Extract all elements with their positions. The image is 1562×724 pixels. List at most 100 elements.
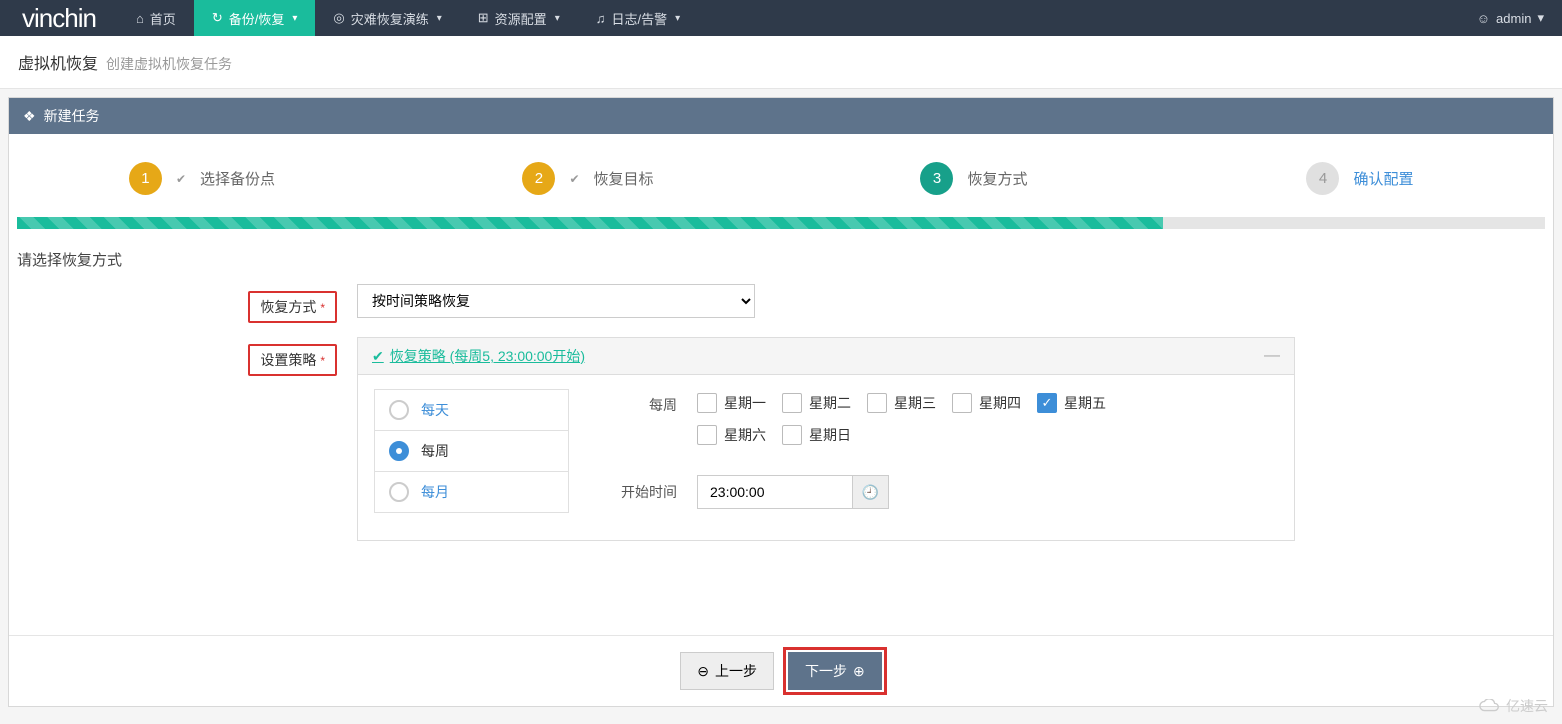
radio-icon (389, 482, 409, 502)
day-fri[interactable]: 星期五 (1037, 393, 1106, 413)
strategy-label-wrap: 设置策略* (17, 337, 357, 376)
nav-backup-restore[interactable]: ↻ 备份/恢复 ▾ (194, 0, 316, 36)
step-3-circle: 3 (920, 162, 953, 195)
day-tue[interactable]: 星期二 (782, 393, 851, 413)
schedule-monthly-label: 每月 (421, 482, 449, 502)
chevron-down-icon: ▾ (437, 13, 442, 24)
start-time-input[interactable] (697, 475, 853, 509)
nav-resource-label: 资源配置 (495, 9, 547, 28)
step-1-label: 选择备份点 (200, 168, 275, 189)
clock-button[interactable]: 🕘 (853, 475, 889, 509)
prev-button[interactable]: ⊖ 上一步 (680, 652, 774, 690)
brand-logo: vinchin (0, 3, 118, 34)
schedule-weekly-label: 每周 (421, 441, 449, 461)
strategy-panel: ✔ 恢复策略 (每周5, 23:00:00开始) — 每天 每周 (357, 337, 1295, 541)
next-button-label: 下一步 (805, 661, 847, 681)
new-task-panel: ❖ 新建任务 1 ✔ 选择备份点 2 ✔ 恢复目标 3 恢复方式 4 确认配置 … (8, 97, 1554, 707)
search-icon: ◎ (333, 10, 344, 26)
step-2-label: 恢复目标 (594, 168, 654, 189)
checkbox-icon (782, 393, 802, 413)
top-navigation: vinchin ⌂ 首页 ↻ 备份/恢复 ▾ ◎ 灾难恢复演练 ▾ ⊞ 资源配置… (0, 0, 1562, 36)
nav-dr-label: 灾难恢复演练 (351, 9, 429, 28)
strategy-body: 每天 每周 每月 每周 (358, 375, 1294, 540)
user-name: admin (1496, 11, 1531, 26)
schedule-weekly[interactable]: 每周 (374, 430, 569, 472)
checkbox-icon (782, 425, 802, 445)
check-icon: ✔ (176, 172, 186, 186)
wizard-steps: 1 ✔ 选择备份点 2 ✔ 恢复目标 3 恢复方式 4 确认配置 (9, 134, 1553, 217)
step-1[interactable]: 1 ✔ 选择备份点 (9, 162, 395, 195)
start-time-row: 开始时间 🕘 (609, 475, 1278, 509)
wizard-footer: ⊖ 上一步 下一步 ⊕ (9, 635, 1553, 706)
nav-home[interactable]: ⌂ 首页 (118, 0, 194, 36)
start-time-input-group: 🕘 (697, 475, 889, 509)
chevron-down-icon: ▾ (675, 13, 680, 24)
collapse-icon[interactable]: — (1264, 347, 1280, 365)
step-4-label: 确认配置 (1353, 168, 1413, 189)
watermark: 亿速云 (1479, 696, 1548, 716)
step-3-label: 恢复方式 (967, 168, 1027, 189)
day-thu[interactable]: 星期四 (952, 393, 1021, 413)
nav-logs[interactable]: ♫ 日志/告警 ▾ (578, 0, 698, 36)
strategy-header[interactable]: ✔ 恢复策略 (每周5, 23:00:00开始) — (358, 338, 1294, 375)
step-1-circle: 1 (129, 162, 162, 195)
checkbox-checked-icon (1037, 393, 1057, 413)
restore-method-control: 按时间策略恢复 (357, 284, 755, 318)
panel-title: 新建任务 (44, 106, 100, 126)
nav-home-label: 首页 (150, 9, 176, 28)
day-mon[interactable]: 星期一 (697, 393, 766, 413)
arrow-left-icon: ⊖ (697, 663, 709, 680)
day-sun[interactable]: 星期日 (782, 425, 851, 445)
nav-backup-label: 备份/恢复 (229, 9, 285, 28)
radio-icon (389, 400, 409, 420)
restore-method-label: 恢复方式* (248, 291, 337, 323)
step-2-circle: 2 (522, 162, 555, 195)
breadcrumb-sub: 创建虚拟机恢复任务 (106, 54, 232, 74)
breadcrumb-main: 虚拟机恢复 (18, 50, 98, 74)
row-restore-method: 恢复方式* 按时间策略恢复 (17, 284, 1545, 323)
step-2[interactable]: 2 ✔ 恢复目标 (395, 162, 781, 195)
refresh-icon: ↻ (212, 10, 223, 26)
checkbox-icon (867, 393, 887, 413)
progress-fill (17, 217, 1163, 229)
strategy-label: 设置策略* (248, 344, 337, 376)
radio-checked-icon (389, 441, 409, 461)
check-icon: ✔ (372, 348, 384, 365)
cloud-icon (1479, 699, 1501, 713)
step-3[interactable]: 3 恢复方式 (781, 162, 1167, 195)
restore-method-select[interactable]: 按时间策略恢复 (357, 284, 755, 318)
day-sat[interactable]: 星期六 (697, 425, 766, 445)
checkbox-icon (697, 425, 717, 445)
nav-items: ⌂ 首页 ↻ 备份/恢复 ▾ ◎ 灾难恢复演练 ▾ ⊞ 资源配置 ▾ ♫ 日志/… (118, 0, 1459, 36)
check-icon: ✔ (569, 172, 579, 186)
user-icon: ☺ (1477, 11, 1490, 26)
weekday-row: 每周 星期一 星期二 星期三 星期四 星期五 星期六 星期日 (609, 393, 1278, 445)
nav-disaster-recovery[interactable]: ◎ 灾难恢复演练 ▾ (315, 0, 459, 36)
weekly-config: 每周 星期一 星期二 星期三 星期四 星期五 星期六 星期日 (609, 389, 1278, 512)
strategy-title: ✔ 恢复策略 (每周5, 23:00:00开始) (372, 346, 585, 366)
start-time-label: 开始时间 (609, 482, 697, 502)
day-wed[interactable]: 星期三 (867, 393, 936, 413)
chevron-down-icon: ▾ (1537, 10, 1544, 26)
restore-method-label-wrap: 恢复方式* (17, 284, 357, 323)
chevron-down-icon: ▾ (292, 13, 297, 24)
schedule-daily[interactable]: 每天 (374, 389, 569, 431)
next-button[interactable]: 下一步 ⊕ (788, 652, 882, 690)
weekday-label: 每周 (609, 393, 697, 415)
arrow-right-icon: ⊕ (853, 663, 865, 680)
panel-header: ❖ 新建任务 (9, 98, 1553, 134)
form-area: 恢复方式* 按时间策略恢复 设置策略* ✔ 恢复策略 (每周5, 23:00 (9, 284, 1553, 635)
prev-button-label: 上一步 (715, 661, 757, 681)
section-title: 请选择恢复方式 (9, 229, 1553, 284)
user-menu[interactable]: ☺ admin ▾ (1459, 10, 1562, 26)
schedule-frequency-list: 每天 每周 每月 (374, 389, 569, 512)
grid-icon: ⊞ (478, 10, 489, 26)
step-4[interactable]: 4 确认配置 (1167, 162, 1553, 195)
wizard-progress (17, 217, 1545, 229)
cube-icon: ❖ (23, 108, 36, 125)
schedule-monthly[interactable]: 每月 (374, 471, 569, 513)
schedule-daily-label: 每天 (421, 400, 449, 420)
step-4-circle: 4 (1306, 162, 1339, 195)
nav-resource[interactable]: ⊞ 资源配置 ▾ (460, 0, 578, 36)
bell-icon: ♫ (596, 11, 606, 26)
